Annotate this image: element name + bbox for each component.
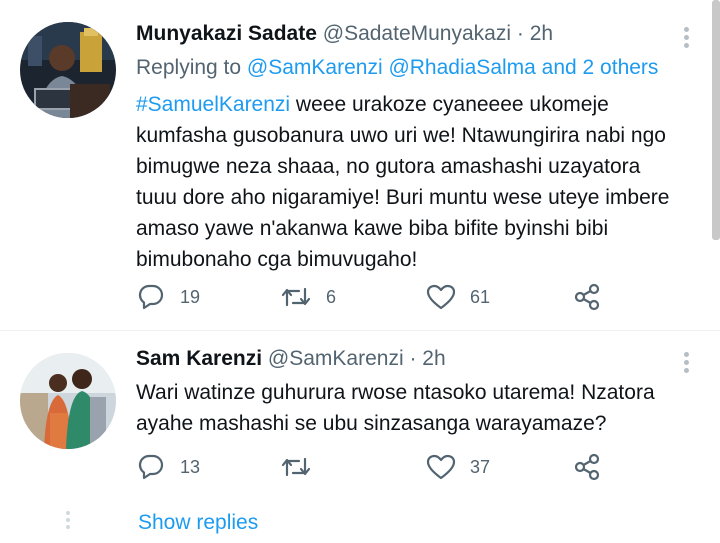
like-button[interactable]: 37: [426, 453, 490, 481]
share-icon: [574, 283, 600, 311]
avatar-sam-karenzi[interactable]: [20, 353, 116, 449]
action-bar: 19 6 61: [136, 281, 616, 315]
reply-button[interactable]: 13: [136, 453, 200, 481]
separator: ·: [409, 347, 417, 370]
replying-prefix: Replying to: [136, 56, 242, 79]
more-icon[interactable]: [682, 349, 690, 376]
tweet-text: #SamuelKarenzi weee urakoze cyaneeee uko…: [136, 93, 670, 271]
handle[interactable]: @SadateMunyakazi: [323, 22, 511, 45]
reply-count: 19: [180, 286, 201, 307]
display-name[interactable]: Sam Karenzi: [136, 347, 262, 370]
avatar-munyakazi[interactable]: [20, 22, 116, 118]
thread-connector-dots: [65, 508, 71, 532]
replying-to-link[interactable]: @SamKarenzi @RhadiaSalma and 2 others: [247, 56, 659, 79]
retweet-button[interactable]: 6: [280, 283, 336, 311]
timestamp[interactable]: 2h: [422, 347, 445, 370]
heart-icon: [426, 454, 456, 480]
handle[interactable]: @SamKarenzi: [268, 347, 404, 370]
more-icon[interactable]: [682, 24, 690, 51]
tweet-header: Munyakazi Sadate @SadateMunyakazi · 2h: [136, 22, 553, 46]
heart-icon: [426, 284, 456, 310]
retweet-button[interactable]: [280, 453, 312, 481]
tweet-text: Wari watinze guhurura rwose ntasoko utar…: [136, 381, 655, 435]
share-button[interactable]: [572, 282, 602, 312]
display-name[interactable]: Munyakazi Sadate: [136, 22, 317, 45]
retweet-icon: [281, 287, 311, 307]
tweet-header: Sam Karenzi @SamKarenzi · 2h: [136, 347, 446, 371]
reply-button[interactable]: 19: [136, 283, 200, 311]
tweet-1[interactable]: Munyakazi Sadate @SadateMunyakazi · 2h R…: [0, 0, 720, 330]
reply-icon: [138, 454, 164, 480]
replying-to: Replying to @SamKarenzi @RhadiaSalma and…: [136, 56, 658, 80]
scrollbar[interactable]: [712, 0, 720, 240]
hashtag-link[interactable]: #SamuelKarenzi: [136, 93, 290, 116]
retweet-icon: [281, 457, 311, 477]
action-bar: 13 37: [136, 451, 616, 485]
reply-count: 13: [180, 456, 201, 477]
share-button[interactable]: [572, 452, 602, 482]
retweet-count: 6: [326, 286, 337, 307]
like-count: 37: [470, 456, 491, 477]
reply-icon: [138, 284, 164, 310]
timestamp[interactable]: 2h: [530, 22, 553, 45]
like-count: 61: [470, 286, 491, 307]
separator: ·: [516, 22, 524, 45]
like-button[interactable]: 61: [426, 283, 490, 311]
show-replies-link[interactable]: Show replies: [138, 511, 258, 535]
tweet-2[interactable]: Sam Karenzi @SamKarenzi · 2h Wari watinz…: [0, 331, 720, 501]
share-icon: [574, 453, 600, 481]
